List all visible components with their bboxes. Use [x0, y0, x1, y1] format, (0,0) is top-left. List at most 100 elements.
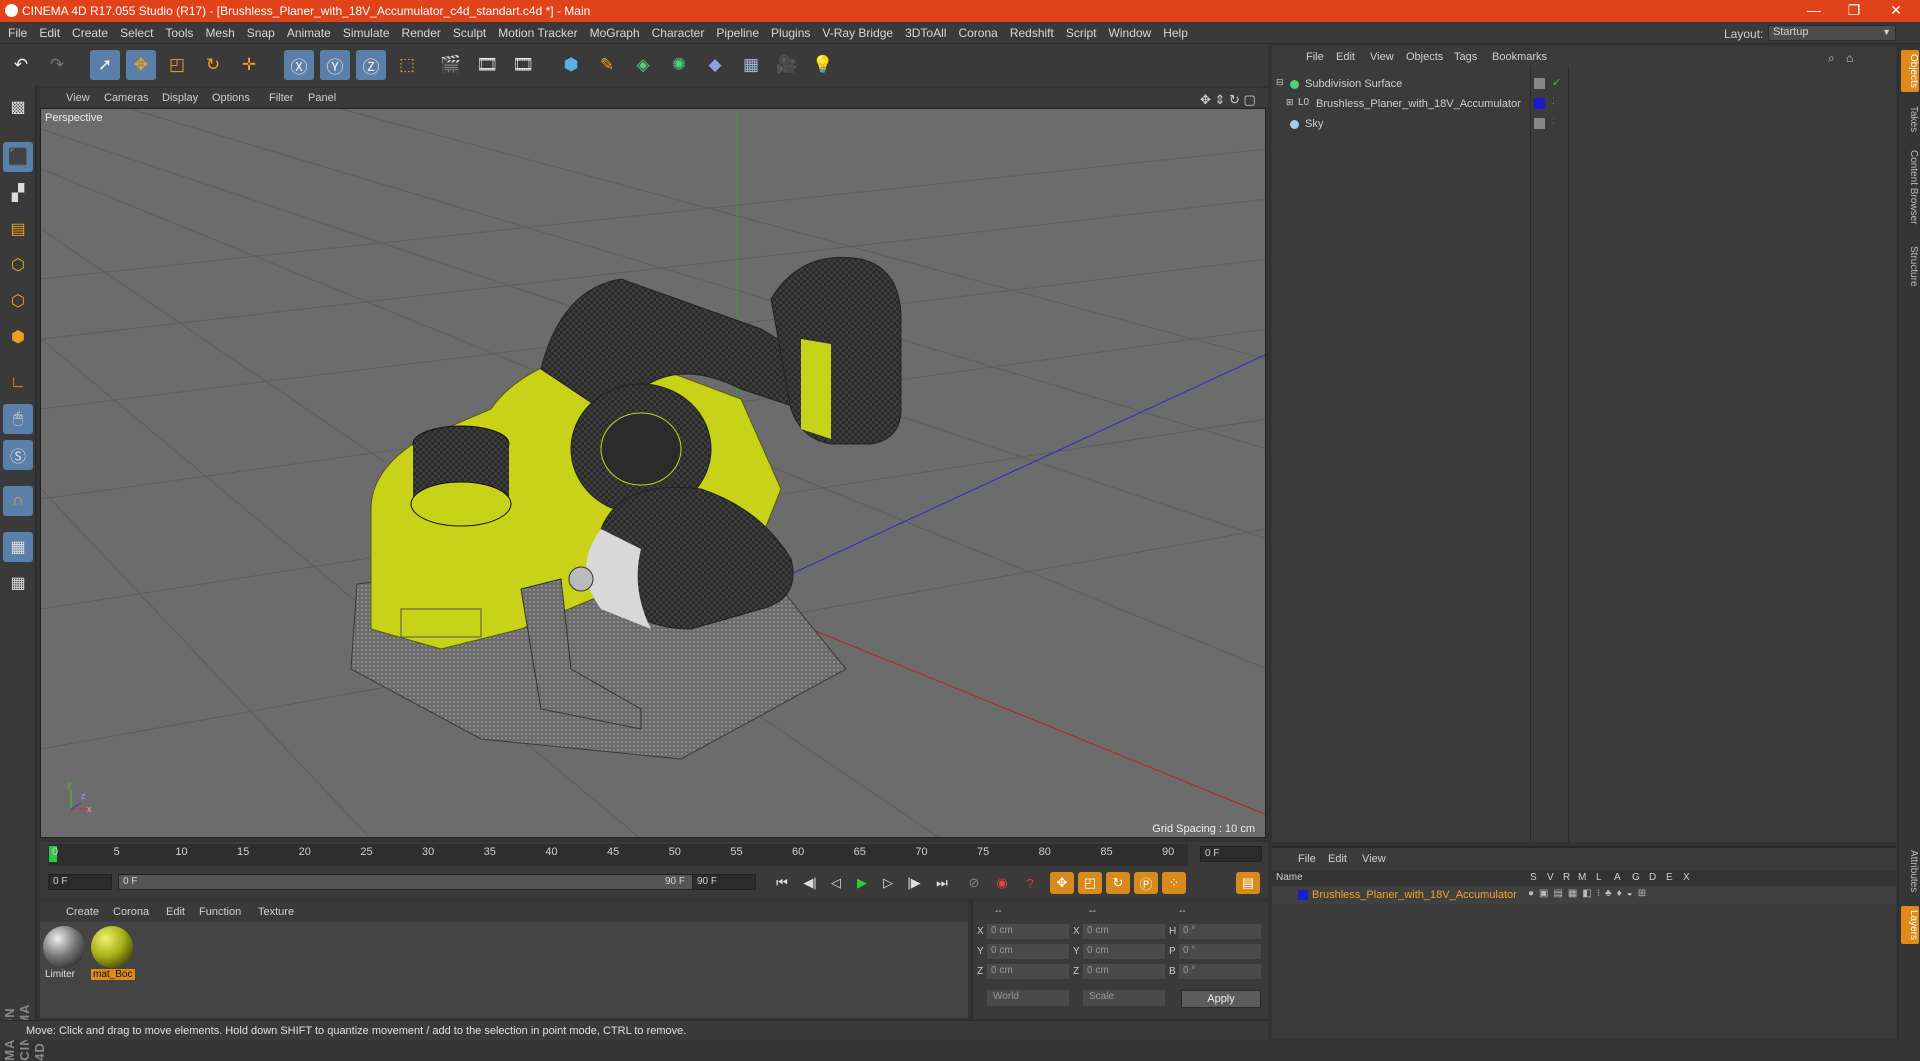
cube-button[interactable]: ⬢ — [556, 50, 586, 80]
menu-3dtoall[interactable]: 3DToAll — [905, 22, 946, 40]
minimize-button[interactable]: — — [1794, 2, 1834, 18]
material-swatch[interactable]: mat_Boc — [91, 926, 135, 984]
menu-pipeline[interactable]: Pipeline — [716, 22, 759, 40]
next-frame-button[interactable]: ▷ — [876, 872, 900, 894]
size-x-field[interactable]: 0 cm — [1083, 924, 1165, 939]
workplane-snap-button[interactable]: ▦ — [3, 568, 33, 598]
next-key-button[interactable]: |▶ — [902, 872, 926, 894]
menu-simulate[interactable]: Simulate — [343, 22, 390, 40]
menu-redshift[interactable]: Redshift — [1010, 22, 1054, 40]
move-tool-button[interactable]: ✥ — [126, 50, 156, 80]
viewport-navigation-icons[interactable]: ✥ ⇕ ↻ ▢ — [1200, 92, 1256, 108]
tweak-mode-button[interactable]: 🖱 — [3, 404, 33, 434]
menu-select[interactable]: Select — [120, 22, 153, 40]
tab-layers[interactable]: Layers — [1901, 906, 1919, 945]
maximize-button[interactable]: ❐ — [1834, 2, 1874, 19]
material-menu-edit[interactable]: Edit — [166, 906, 185, 918]
object-row-sky[interactable]: Sky ⁚ — [1272, 114, 1896, 134]
menu-help[interactable]: Help — [1163, 22, 1188, 40]
om-menu-bookmarks[interactable]: Bookmarks — [1492, 51, 1547, 63]
apply-button[interactable]: Apply — [1181, 990, 1261, 1008]
record-keys-button[interactable]: ⊘ — [962, 872, 986, 894]
menu-script[interactable]: Script — [1066, 22, 1097, 40]
menu-mesh[interactable]: Mesh — [205, 22, 234, 40]
coordinate-system-button[interactable]: ⬚ — [392, 50, 422, 80]
size-y-field[interactable]: 0 cm — [1083, 944, 1165, 959]
close-button[interactable]: ✕ — [1876, 2, 1916, 19]
enabled-check-icon[interactable]: ✓ — [1552, 76, 1561, 89]
scale-tool-button[interactable]: ◰ — [162, 50, 192, 80]
floor-button[interactable]: ▦ — [736, 50, 766, 80]
key-scale-button[interactable]: ◰ — [1078, 872, 1102, 894]
expand-icon[interactable]: ⊞ — [1286, 97, 1294, 108]
end-frame-field[interactable]: 90 F — [692, 874, 756, 890]
material-menu-create[interactable]: Create — [66, 906, 99, 918]
viewport-menu-display[interactable]: Display — [162, 92, 198, 104]
menu-snap[interactable]: Snap — [247, 22, 275, 40]
object-row-subdivision-surface[interactable]: ⊟ Subdivision Surface ✓ — [1272, 74, 1896, 94]
undo-button[interactable]: ↶ — [6, 50, 36, 80]
subdivision-button[interactable]: ◈ — [628, 50, 658, 80]
render-settings-button[interactable]: 🎞 — [508, 50, 538, 80]
viewport-menu-panel[interactable]: Panel — [308, 92, 336, 104]
menu-animate[interactable]: Animate — [287, 22, 331, 40]
layer-toggle-icons[interactable]: ●▣▤▦◧⁝♣♦◒⊞ — [1528, 888, 1651, 899]
axis-mode-button[interactable]: ∟ — [3, 368, 33, 398]
material-menu-texture[interactable]: Texture — [258, 906, 294, 918]
position-x-field[interactable]: 0 cm — [987, 924, 1069, 939]
menu-tools[interactable]: Tools — [165, 22, 193, 40]
material-menu-corona[interactable]: Corona — [113, 906, 149, 918]
z-axis-button[interactable]: Ⓩ — [356, 50, 386, 80]
rotation-b-field[interactable]: 0 ° — [1179, 964, 1261, 979]
start-frame-field[interactable]: 0 F — [48, 874, 112, 890]
menu-corona[interactable]: Corona — [958, 22, 997, 40]
visibility-dots-icon[interactable]: ⁚ — [1552, 116, 1555, 127]
key-position-button[interactable]: ✥ — [1050, 872, 1074, 894]
redo-button[interactable]: ↷ — [42, 50, 72, 80]
live-selection-button[interactable]: ➚ — [90, 50, 120, 80]
menu-file[interactable]: File — [8, 22, 27, 40]
layer-color-icon[interactable] — [1298, 890, 1308, 900]
om-menu-file[interactable]: File — [1306, 51, 1324, 63]
polygons-mode-button[interactable]: ⬢ — [3, 322, 33, 352]
viewport-menu-cameras[interactable]: Cameras — [104, 92, 149, 104]
timeline-window-button[interactable]: ▤ — [1236, 872, 1260, 894]
menu-motion-tracker[interactable]: Motion Tracker — [498, 22, 577, 40]
previous-frame-button[interactable]: ◁ — [824, 872, 848, 894]
search-icon[interactable]: ⌕ — [1828, 51, 1835, 66]
menu-edit[interactable]: Edit — [39, 22, 60, 40]
visibility-dots-icon[interactable]: ⁚ — [1552, 96, 1555, 107]
go-to-end-button[interactable]: ⏭ — [930, 872, 954, 894]
make-editable-button[interactable]: ▩ — [3, 92, 33, 122]
coordinate-mode-dropdown[interactable]: World — [987, 990, 1069, 1006]
menu-window[interactable]: Window — [1109, 22, 1152, 40]
om-menu-tags[interactable]: Tags — [1454, 51, 1477, 63]
menu-create[interactable]: Create — [72, 22, 108, 40]
go-to-start-button[interactable]: ⏮ — [770, 872, 794, 894]
home-icon[interactable]: ⌂ — [1846, 51, 1853, 65]
viewport-camera-label[interactable]: Perspective — [45, 112, 102, 124]
render-picture-viewer-button[interactable]: 🎞 — [472, 50, 502, 80]
magnet-button[interactable]: ∩ — [3, 486, 33, 516]
menu-v-ray-bridge[interactable]: V-Ray Bridge — [822, 22, 893, 40]
autokey-button[interactable]: ◉ — [990, 872, 1014, 894]
preview-range-slider[interactable]: 0 F 90 F — [118, 874, 704, 890]
workplane-lock-button[interactable]: ▦ — [3, 532, 33, 562]
rotate-tool-button[interactable]: ↻ — [198, 50, 228, 80]
tab-content-browser[interactable]: Content Browser — [1901, 146, 1919, 228]
current-frame-field[interactable]: 0 F — [1200, 846, 1262, 862]
key-parameter-button[interactable]: Ⓟ — [1134, 872, 1158, 894]
layer-row[interactable]: Brushless_Planer_with_18V_Accumulator ●▣… — [1272, 886, 1896, 904]
light-button[interactable]: 💡 — [808, 50, 838, 80]
position-z-field[interactable]: 0 cm — [987, 964, 1069, 979]
lm-menu-view[interactable]: View — [1362, 853, 1386, 865]
viewport-menu-filter[interactable]: Filter — [269, 92, 293, 104]
lm-menu-edit[interactable]: Edit — [1328, 853, 1347, 865]
om-menu-view[interactable]: View — [1370, 51, 1394, 63]
material-swatch[interactable]: Limiter — [43, 926, 87, 984]
pen-spline-button[interactable]: ✎ — [592, 50, 622, 80]
tab-takes[interactable]: Takes — [1901, 102, 1919, 136]
perspective-viewport[interactable]: y z x Perspective Grid Spacing : 10 cm — [40, 108, 1266, 838]
menu-sculpt[interactable]: Sculpt — [453, 22, 486, 40]
viewport-menu-options[interactable]: Options — [212, 92, 250, 104]
